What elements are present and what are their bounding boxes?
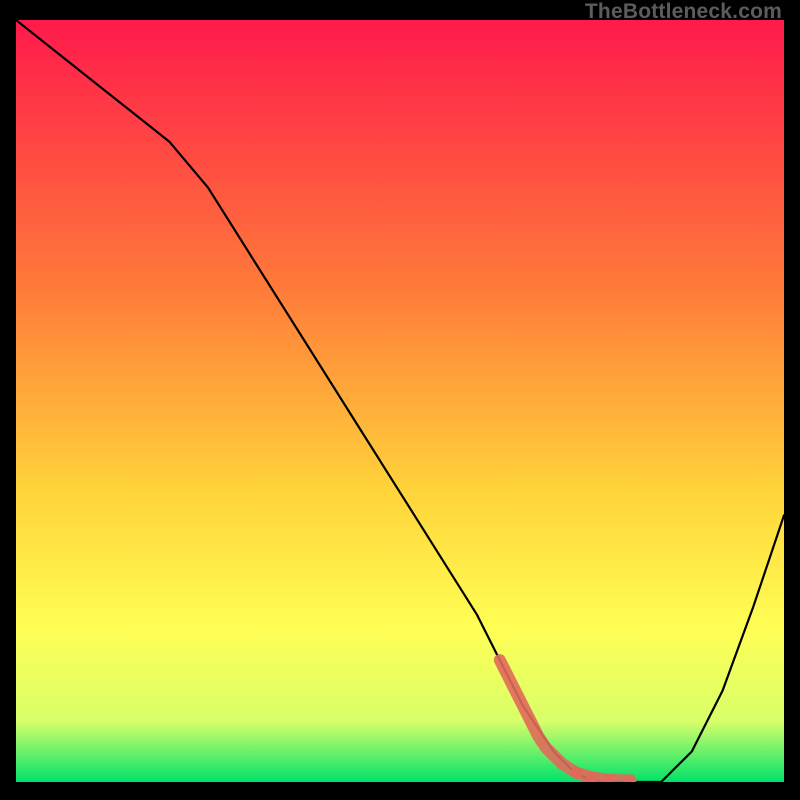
chart-frame: TheBottleneck.com	[0, 0, 800, 800]
plot-area	[16, 20, 784, 782]
highlight-dot	[571, 767, 583, 779]
gradient-background	[16, 20, 784, 782]
chart-svg	[16, 20, 784, 782]
